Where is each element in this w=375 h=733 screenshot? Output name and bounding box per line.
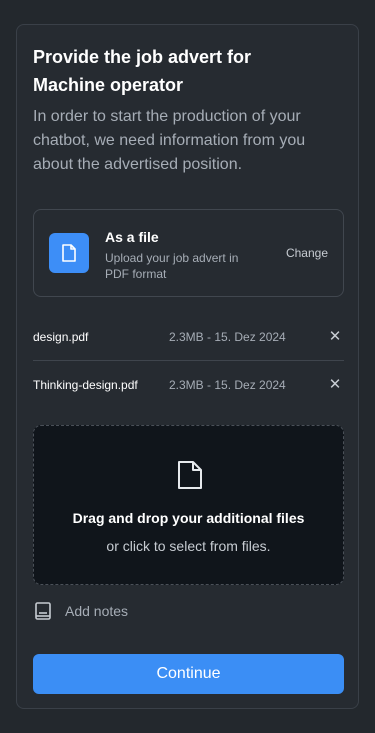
add-notes-label: Add notes bbox=[65, 603, 129, 619]
file-name: design.pdf bbox=[33, 330, 89, 344]
document-icon bbox=[49, 233, 89, 273]
page-subtitle: In order to start the production of your… bbox=[33, 108, 306, 173]
notebook-icon bbox=[35, 602, 51, 620]
dropzone-subtitle: or click to select from files. bbox=[106, 538, 271, 554]
file-meta: 2.3MB - 15. Dez 2024 bbox=[169, 378, 286, 392]
file-meta: 2.3MB - 15. Dez 2024 bbox=[169, 330, 286, 344]
change-button[interactable]: Change bbox=[286, 244, 328, 262]
file-row: Thinking-design.pdf 2.3MB - 15. Dez 2024… bbox=[33, 361, 344, 409]
dropzone-title: Drag and drop your additional files bbox=[72, 510, 305, 526]
file-row: design.pdf 2.3MB - 15. Dez 2024 ✕ bbox=[33, 313, 344, 361]
file-dropzone[interactable]: Drag and drop your additional files or c… bbox=[33, 425, 344, 585]
add-notes-button[interactable]: Add notes bbox=[33, 599, 128, 623]
page-title: Provide the job advert for Machine opera… bbox=[33, 43, 344, 99]
remove-file-button[interactable]: ✕ bbox=[328, 328, 342, 346]
upload-method-card: As a file Upload your job advert in PDF … bbox=[33, 209, 344, 297]
continue-button[interactable]: Continue bbox=[33, 654, 344, 694]
title-line-1: Provide the job advert for bbox=[33, 47, 252, 67]
remove-file-button[interactable]: ✕ bbox=[328, 376, 342, 394]
upload-card: Provide the job advert for Machine opera… bbox=[16, 24, 359, 709]
upload-method-title: As a file bbox=[105, 229, 159, 245]
file-icon bbox=[178, 461, 202, 489]
title-line-2: Machine operator bbox=[33, 75, 184, 95]
file-name: Thinking-design.pdf bbox=[33, 378, 138, 392]
upload-method-description: Upload your job advert in PDF format bbox=[105, 251, 239, 281]
